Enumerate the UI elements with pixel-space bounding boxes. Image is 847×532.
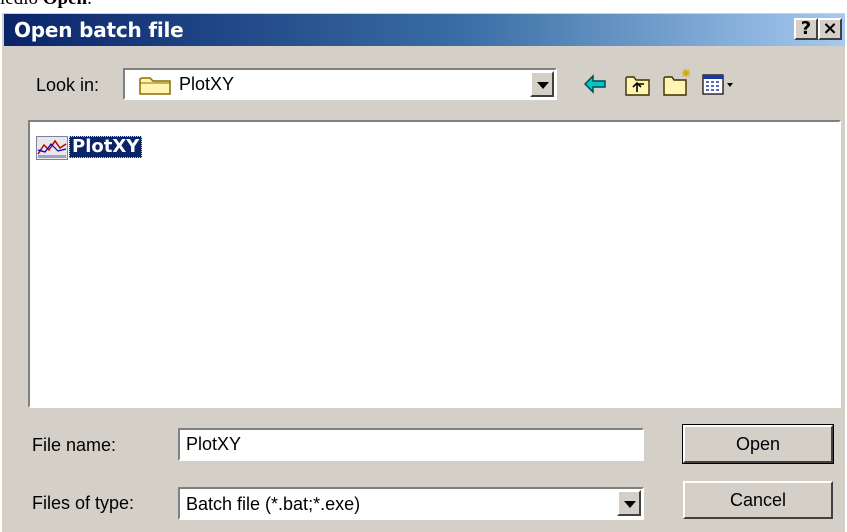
file-name-input[interactable] (178, 428, 644, 461)
plotxy-app-icon (36, 136, 68, 165)
open-batch-file-dialog: Open batch file ? × Look in: PlotXY Plot… (0, 12, 845, 532)
files-of-type-dropdown[interactable]: Batch file (*.bat;*.exe) (178, 487, 644, 520)
folder-icon (139, 75, 173, 100)
close-button[interactable]: × (818, 18, 842, 40)
new-folder-icon[interactable] (662, 67, 694, 102)
list-item-name: PlotXY (69, 136, 143, 158)
view-menu-icon[interactable] (702, 73, 736, 102)
back-arrow-icon[interactable] (582, 73, 608, 100)
caption-text: ledio Open. (0, 0, 847, 10)
caption-suffix: . (87, 0, 92, 9)
look-in-dropdown-button[interactable] (530, 71, 554, 97)
look-in-value: PlotXY (179, 74, 235, 94)
title-bar[interactable]: Open batch file ? × (4, 14, 845, 46)
files-of-type-dropdown-button[interactable] (617, 490, 641, 516)
file-name-label: File name: (32, 435, 117, 455)
open-button[interactable]: Open (682, 424, 834, 464)
caption-prefix: ledio (0, 0, 43, 9)
window-title: Open batch file (14, 18, 184, 42)
look-in-label: Look in: (36, 75, 100, 95)
caption-bold: Open (43, 0, 87, 9)
cancel-button[interactable]: Cancel (683, 481, 833, 519)
help-button[interactable]: ? (794, 18, 818, 40)
files-of-type-value: Batch file (*.bat;*.exe) (186, 494, 361, 514)
up-one-level-icon[interactable] (624, 73, 652, 102)
files-of-type-label: Files of type: (32, 493, 135, 513)
look-in-dropdown[interactable]: PlotXY (123, 68, 557, 100)
file-list[interactable]: PlotXY (28, 120, 841, 408)
